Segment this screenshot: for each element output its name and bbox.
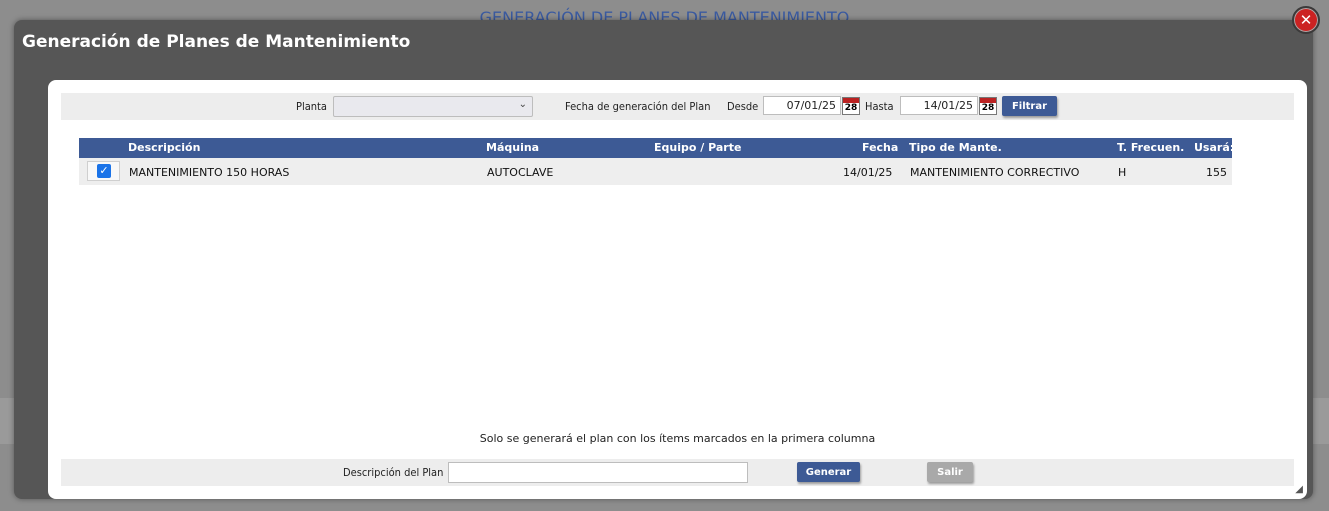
descripcion-plan-input[interactable] <box>448 462 748 483</box>
filtrar-button[interactable]: Filtrar <box>1002 96 1057 116</box>
chevron-down-icon: ⌄ <box>518 99 527 110</box>
desde-date-input[interactable]: 07/01/25 <box>763 96 841 115</box>
cell-frecuencia: H <box>1118 166 1127 179</box>
dialog-title: Generación de Planes de Mantenimiento <box>22 32 411 52</box>
cell-descripcion: MANTENIMIENTO 150 HORAS <box>129 166 290 179</box>
table-header: Descripción Máquina Equipo / Parte Fecha… <box>79 138 1235 158</box>
selection-note: Solo se generará el plan con los ítems m… <box>479 432 876 445</box>
salir-button[interactable]: Salir <box>927 462 973 482</box>
cell-maquina: AUTOCLAVE <box>487 166 554 179</box>
desde-calendar-icon[interactable]: 28 <box>842 97 860 115</box>
cell-usara: 155 <box>1206 166 1227 179</box>
header-tipo: Tipo de Mante. <box>909 141 1002 154</box>
hasta-calendar-icon[interactable]: 28 <box>979 97 997 115</box>
resize-grip-icon[interactable]: ◢ <box>1295 484 1303 495</box>
modal-dialog: Generación de Planes de Mantenimiento Pl… <box>14 20 1313 499</box>
desde-label: Desde <box>727 100 759 113</box>
close-icon[interactable]: ✕ <box>1292 6 1320 34</box>
cell-tipo: MANTENIMIENTO CORRECTIVO <box>910 166 1080 179</box>
planta-select[interactable]: ⌄ <box>333 96 533 117</box>
header-fecha: Fecha <box>862 141 899 154</box>
header-maquina: Máquina <box>486 141 540 154</box>
footer-bar: Descripción del Plan Generar Salir <box>61 459 1294 486</box>
row-checkbox[interactable]: ✓ <box>97 164 111 178</box>
fecha-generacion-label: Fecha de generación del Plan <box>565 100 711 113</box>
header-usara: Usará: <box>1194 141 1235 154</box>
cell-fecha: 14/01/25 <box>843 166 893 179</box>
row-checkbox-cell[interactable]: ✓ <box>87 161 120 181</box>
descripcion-plan-label: Descripción del Plan <box>343 466 444 479</box>
dialog-content-panel: Planta ⌄ Fecha de generación del Plan De… <box>48 80 1307 499</box>
generar-button[interactable]: Generar <box>797 462 860 482</box>
hasta-label: Hasta <box>865 100 894 113</box>
planta-label: Planta <box>296 100 327 113</box>
header-descripcion: Descripción <box>128 141 201 154</box>
hasta-date-input[interactable]: 14/01/25 <box>900 96 978 115</box>
header-equipo: Equipo / Parte <box>654 141 742 154</box>
table-row[interactable]: ✓ MANTENIMIENTO 150 HORAS AUTOCLAVE 14/0… <box>79 158 1232 185</box>
filter-bar: Planta ⌄ Fecha de generación del Plan De… <box>61 93 1294 120</box>
header-frecuencia: T. Frecuen. <box>1117 141 1185 154</box>
